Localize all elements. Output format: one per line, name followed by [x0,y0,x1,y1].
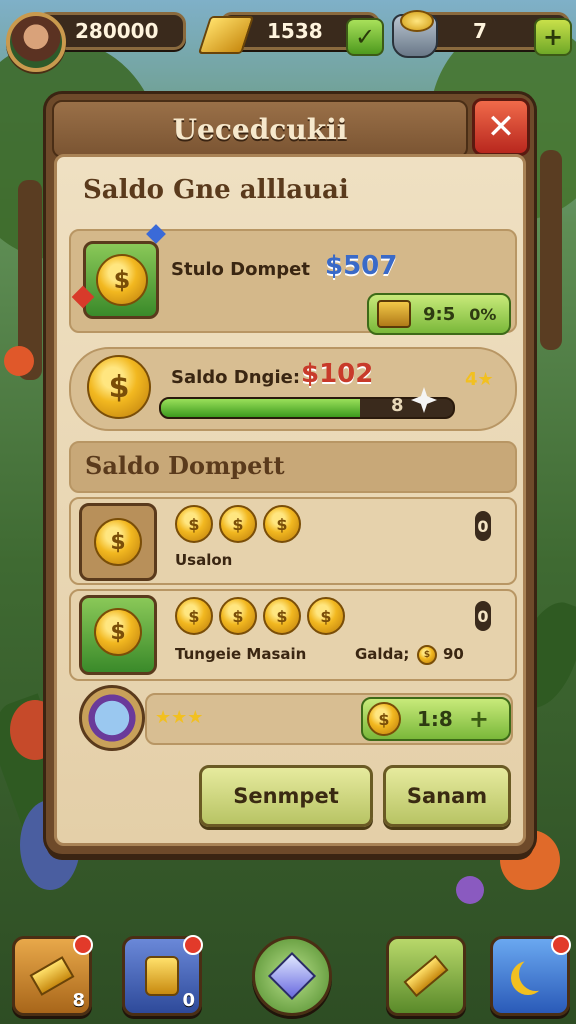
reward-value: 1:8 [417,707,453,731]
panel-title: Uecedcukii [172,112,348,146]
list-item-count: 0 [475,511,491,541]
treasure-pot-icon [392,10,438,58]
coin-count: 280000 [75,19,159,43]
list-item-caption: Tungeie Masain [175,645,307,663]
coin-icon: $ [219,597,257,635]
rate-value: 9:5 [423,303,456,325]
balance-progress-fill [161,399,360,417]
nav-crescent-button[interactable] [490,935,571,1016]
section-heading-bar: Saldo Dompett [69,441,517,493]
panel-titlebar: Uecedcukii [52,100,468,158]
player-avatar[interactable] [6,12,66,72]
coin-icon: $ [367,702,401,736]
confirm-bars-button[interactable]: ✓ [346,18,384,56]
progress-count: 8 [391,395,404,416]
nav-gold-button[interactable]: 8 [12,935,93,1016]
add-gems-button[interactable]: + [534,18,572,56]
nav-jar-button[interactable]: 0 [122,935,203,1016]
nav-jar-count: 0 [182,990,195,1011]
wallet-balance-card: $ Stulo Dompet $507 9:5 0% [69,224,517,335]
list-item[interactable]: $ $ $ $ $ Tungeie Masain Galda; $ 90 0 [69,589,517,681]
small-coin-icon: $ [417,645,437,665]
reward-stars: ★★★ [155,707,204,728]
coin-icon: $ [307,597,345,635]
reward-pill[interactable]: $ 1:8 + [361,697,511,741]
list-item-extra-label: Galda; [355,645,410,663]
wallet-amount: $507 [325,251,398,281]
nav-gold-count: 8 [72,990,85,1011]
coin-bag-icon: $ [79,595,157,675]
top-hud: 280000 1538 ✓ 7 + [0,8,576,72]
wallet-label: Stulo Dompet [171,259,310,280]
gem-icon [267,951,317,1001]
reward-add-icon: + [468,705,489,733]
balance-progress-bar [159,397,455,419]
rate-percent: 0% [469,304,497,324]
compass-icon [79,685,145,751]
digital-balance-card: $ Saldo Dngie: $102 4★ 8 [69,347,517,431]
section-heading-wallet: Saldo Dompett [85,451,285,480]
reward-row: ★★★ $ 1:8 + [145,693,513,745]
wallet-panel: Uecedcukii ✕ Saldo Gne alllauai $ Stulo … [46,94,534,854]
wallet-button[interactable]: Senmpet [199,765,373,827]
close-button[interactable]: ✕ [472,98,530,156]
treasure-chest-icon [377,300,411,328]
nav-sword-button[interactable] [386,936,466,1016]
star-rating: 4★ [465,369,494,390]
list-item[interactable]: $ $ $ $ Usalon 0 [69,497,517,585]
coin-icon: $ [263,597,301,635]
save-button[interactable]: Sanam [383,765,511,827]
gem-count: 7 [473,19,487,43]
list-item-extra-value: 90 [443,645,464,663]
section-heading-balance: Saldo Gne alllauai [83,175,349,205]
wallet-rate-pill[interactable]: 9:5 0% [367,293,511,335]
coin-tile-icon: $ [79,503,157,581]
nav-gem-button[interactable] [252,936,332,1016]
gold-bar-icon [29,956,75,996]
gold-bar-count: 1538 [267,19,323,43]
coin-icon: $ [175,505,213,543]
coin-bag-icon: $ [83,241,159,319]
digital-balance-amount: $102 [301,359,374,389]
coin-icon: $ [219,505,257,543]
treasure-jar-icon [145,956,179,996]
panel-body: Saldo Gne alllauai $ Stulo Dompet $507 9… [54,154,526,846]
crescent-icon [519,957,553,991]
sword-icon [403,954,449,998]
digital-balance-label: Saldo Dngie: [171,367,301,388]
coin-icon: $ [175,597,213,635]
coin-icon: $ [263,505,301,543]
list-item-count: 0 [475,601,491,631]
dollar-coin-icon: $ [87,355,151,419]
list-item-caption: Usalon [175,551,233,569]
